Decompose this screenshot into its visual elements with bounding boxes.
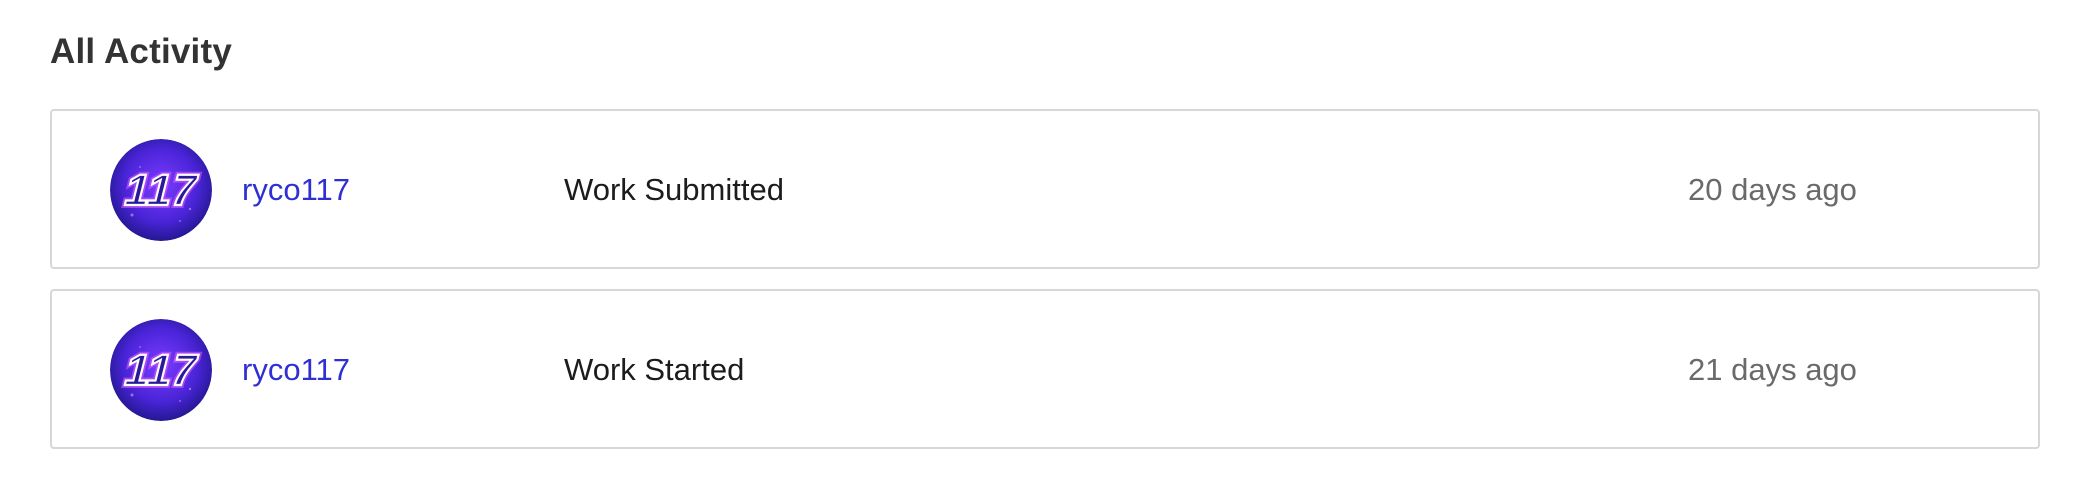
username-link[interactable]: ryco117	[242, 171, 350, 209]
activity-timestamp: 20 days ago	[1688, 172, 1857, 207]
section-title: All Activity	[50, 32, 232, 71]
svg-text:117: 117	[120, 167, 203, 215]
activity-list: 117 117 ryco117 Work Submitted 20 days a…	[50, 109, 2040, 469]
username-link[interactable]: ryco117	[242, 351, 350, 389]
activity-action: Work Started	[564, 352, 745, 387]
avatar-image: 117 117	[110, 139, 212, 241]
user-avatar[interactable]: 117 117	[110, 139, 212, 241]
activity-item: 117 117 ryco117 Work Submitted 20 days a…	[50, 109, 2040, 269]
svg-text:117: 117	[120, 347, 203, 395]
activity-timestamp: 21 days ago	[1688, 352, 1857, 387]
avatar-image: 117 117	[110, 319, 212, 421]
user-avatar[interactable]: 117 117	[110, 319, 212, 421]
activity-action: Work Submitted	[564, 172, 784, 207]
activity-item: 117 117 ryco117 Work Started 21 days ago	[50, 289, 2040, 449]
